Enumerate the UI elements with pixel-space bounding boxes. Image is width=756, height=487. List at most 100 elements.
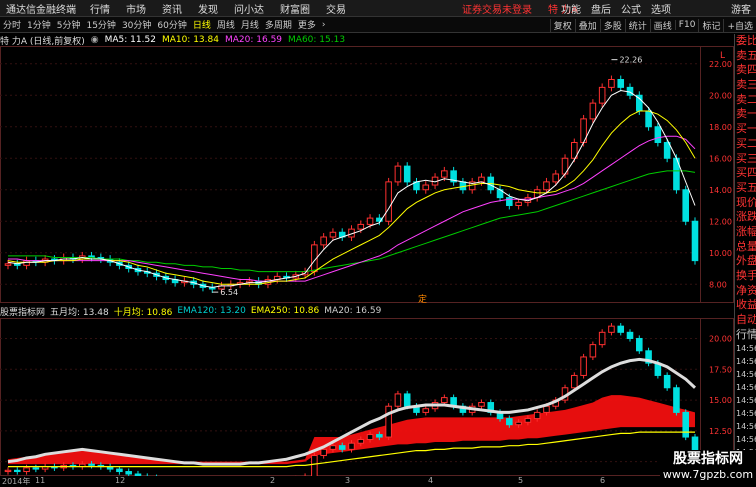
menu-options[interactable]: 选项 [646,1,676,16]
candle-body [598,86,606,104]
quote-field-label: 外盘 [736,254,756,268]
main-ytick-label: 10.00 [709,249,732,258]
mark-button[interactable]: 标记 [698,18,723,32]
menu-item-ask[interactable]: 问小达 [226,1,272,16]
period-weekly[interactable]: 周线 [214,18,238,31]
sub-candle-body [617,325,625,333]
app-title: 通达信金融终端 [6,4,76,16]
sub-candle-body [311,455,318,476]
high-price-label: 22.26 [619,56,642,65]
menu-item-market[interactable]: 市场 [118,1,154,16]
ma5-line [7,90,696,288]
sub-candle-body [116,468,123,473]
tick-time: 14:56 [736,435,756,445]
chart-title: 特 力A (日线,前复权) [0,36,85,47]
guest-label[interactable]: 游客 [726,1,756,16]
ma10-label: MA10: 13.84 [161,35,219,45]
menu-after-hours[interactable]: 盘后 [586,1,616,16]
adjust-button[interactable]: 复权 [549,18,575,32]
sub-candle-body [515,421,522,426]
quote-field-label: 卖一 [736,107,756,121]
x-tick-label: 11 [35,476,46,485]
add-watchlist-button[interactable]: +自选 [723,18,756,32]
candle-body [403,165,411,183]
tick-time: 14:56 [736,370,756,380]
candle-body [478,176,485,183]
period-tick[interactable]: 分时 [0,18,24,31]
sub-candle-body [543,405,550,413]
period-5min[interactable]: 5分钟 [54,18,84,31]
main-ytick-label: 22.00 [709,60,732,69]
candle-body [663,142,671,159]
quote-field-label: 总量 [736,239,756,253]
period-toolbar: 分时 1分钟 5分钟 15分钟 30分钟 60分钟 日线 周线 月线 多周期 更… [0,17,756,33]
sub-candle-body [366,434,374,441]
menu-item-discover[interactable]: 发现 [190,1,226,16]
tick-time: 14:56 [736,422,756,432]
candle-body [691,220,699,262]
main-ytick-label: 18.00 [709,123,732,132]
auto-label[interactable]: 自动 [735,313,756,328]
gear-icon[interactable]: ◉ [91,35,105,45]
chevron-right-icon[interactable]: › [319,20,329,30]
stats-button[interactable]: 统计 [624,18,650,32]
quote-field-label: 涨幅 [736,224,756,238]
f10-button[interactable]: F10 [674,20,699,30]
quote-field-label: 现价 [736,195,756,209]
quote-field-label: 卖四 [736,63,756,77]
menu-item-quotes[interactable]: 行情 [82,1,118,16]
sub-candle-body [626,331,634,339]
quote-field-label: 买三 [736,151,756,165]
period-30min[interactable]: 30分钟 [119,18,154,31]
multi-stock-button[interactable]: 多股 [599,18,625,32]
overlay-button[interactable]: 叠加 [574,18,600,32]
menu-item-wealth[interactable]: 财富圈 [272,1,318,16]
period-15min[interactable]: 15分钟 [83,18,118,31]
sub-candle-body [506,418,513,426]
sub-candle-body [441,397,448,404]
sub-candle-body [32,467,40,470]
sub-candle-body [608,325,615,333]
login-notice[interactable]: 证券交易未登录 [454,1,540,16]
menu-function[interactable]: 功能 [556,1,586,16]
quote-field-label: 净资 [736,283,756,297]
main-legend: 特 力A (日线,前复权) ◉ MA5: 11.52 MA10: 13.84 M… [0,34,700,47]
x-tick-label: 2 [270,476,276,485]
menu-item-news[interactable]: 资讯 [154,1,190,16]
menu-item-trade[interactable]: 交易 [318,1,354,16]
period-60min[interactable]: 60分钟 [154,18,189,31]
period-multi[interactable]: 多周期 [262,18,295,31]
tick-time: 14:56 [736,383,756,393]
sub-candle-body [4,469,12,473]
quote-field-label: 买五 [736,180,756,194]
quote-side-panel[interactable]: 委比 卖五 卖四 卖三 卖二 卖一 买一 买二 买三 买四 买五 现价 涨跌 涨幅 总量 外盘 换手 净资 收益 自动… [734,34,756,487]
period-monthly[interactable]: 月线 [238,18,262,31]
candle-body [394,165,402,183]
sub-ytick-label: 20.00 [709,334,732,343]
quote-title: 行情 [736,327,756,341]
sub-candle-body [589,344,597,358]
sub-ytick-label: 12.50 [709,427,732,436]
period-daily[interactable]: 日线 [190,18,214,31]
menu-right: 功能 盘后 公式 选项 游客 [556,0,756,17]
x-tick-label: 6 [600,476,606,485]
kline-chart[interactable]: 22.0020.0018.0016.0014.0012.0010.008.00 … [0,46,734,476]
sub-candle-body [663,374,671,389]
quote-field-label: 买一 [736,122,756,136]
draw-button[interactable]: 画线 [649,18,675,32]
candle-body [4,263,12,266]
sub-candle-body [394,393,402,407]
menu-formula[interactable]: 公式 [616,1,646,16]
watermark: 股票指标网 www.7gpzb.com [660,450,756,487]
sub-candle-body [329,445,337,450]
sub-candle-body [338,445,346,450]
candle-body [589,102,597,120]
candle-body [422,184,430,191]
main-ytick-label: 12.00 [709,217,732,226]
sub-candle-body [580,356,587,376]
period-more[interactable]: 更多 [295,18,319,31]
main-ytick-label: 20.00 [709,91,732,100]
quote-field-label: 卖二 [736,92,756,106]
period-1min[interactable]: 1分钟 [24,18,54,31]
x-tick-label: 3 [345,476,351,485]
